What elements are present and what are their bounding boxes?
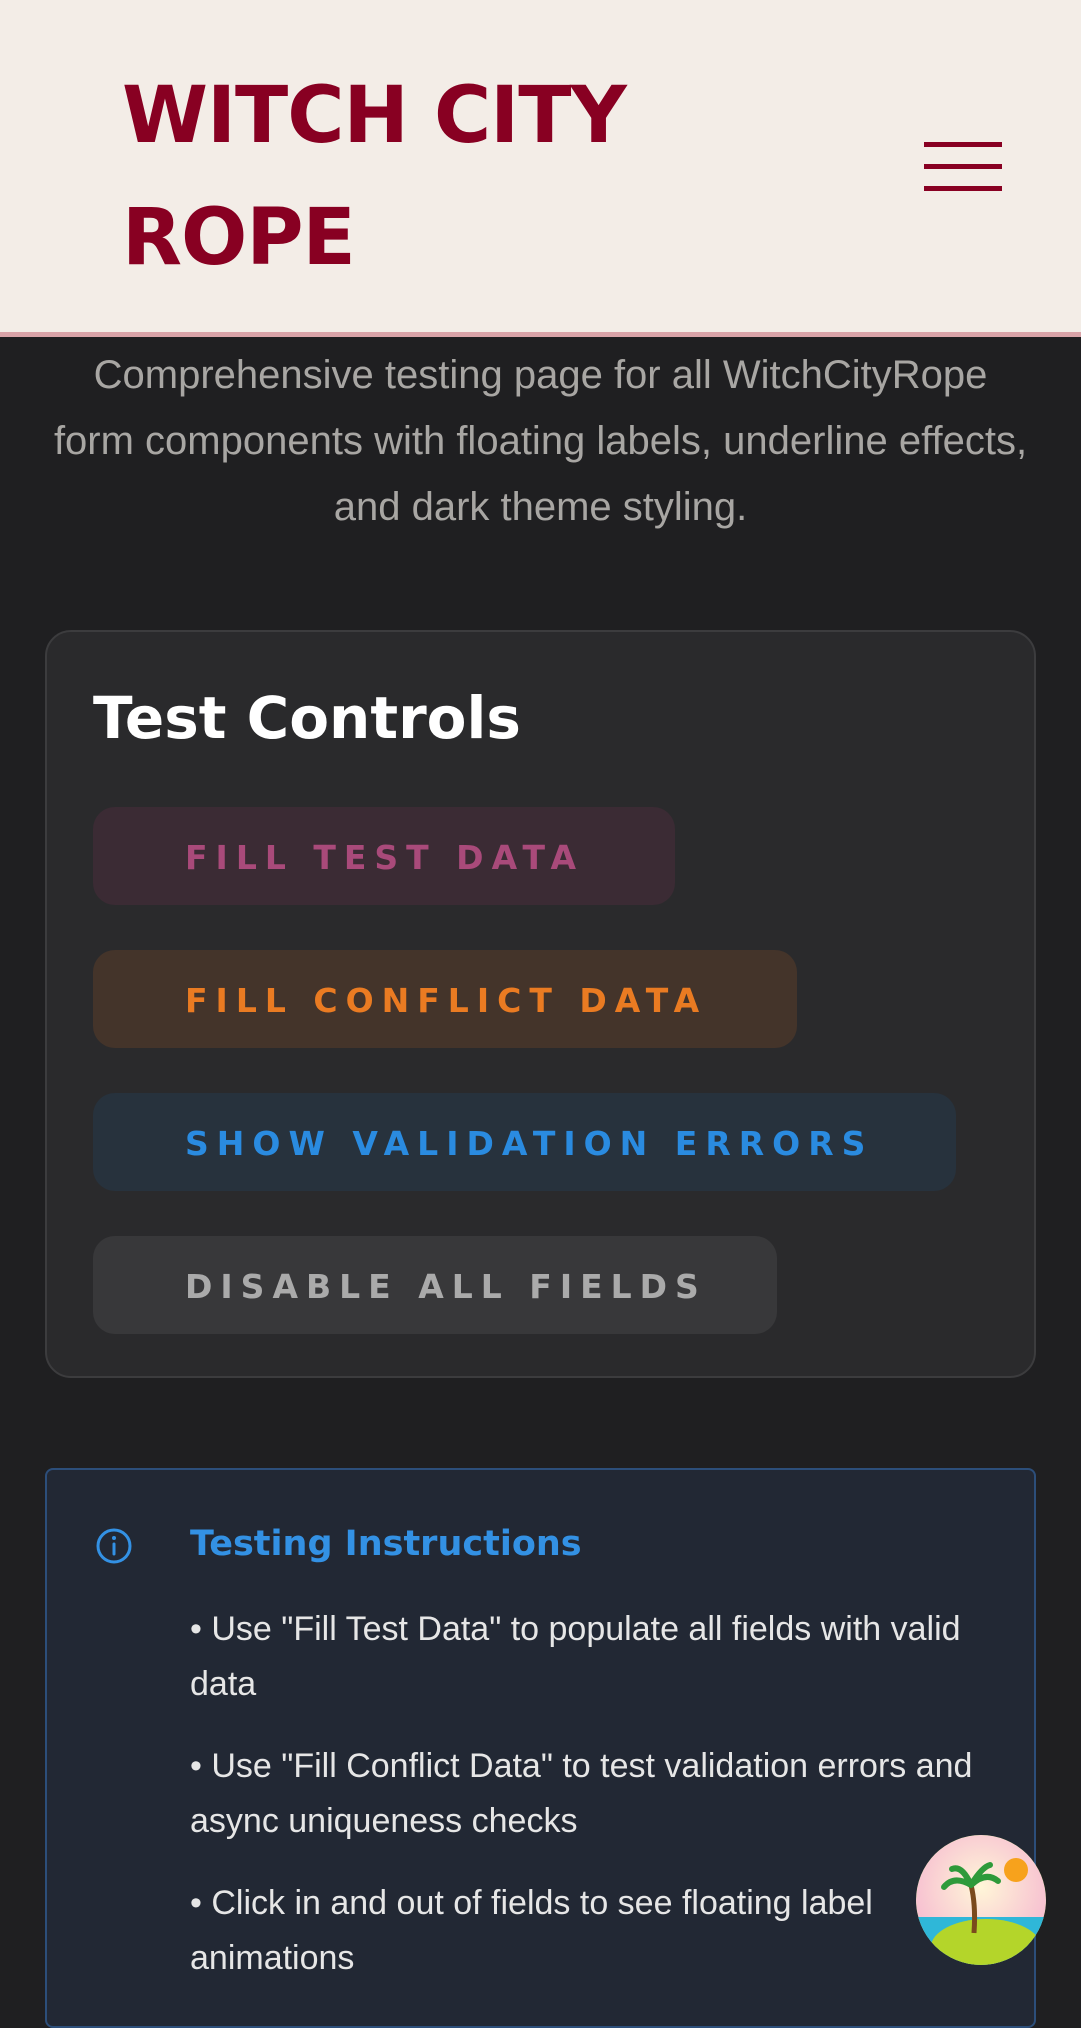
info-circle-icon: [96, 1528, 132, 1564]
fill-conflict-data-button[interactable]: FILL CONFLICT DATA: [93, 950, 797, 1048]
test-controls-card: Test Controls FILL TEST DATA FILL CONFLI…: [45, 630, 1036, 1378]
fill-test-data-label: FILL TEST DATA: [185, 838, 585, 877]
show-validation-errors-button[interactable]: SHOW VALIDATION ERRORS: [93, 1093, 956, 1191]
disable-all-fields-button[interactable]: DISABLE ALL FIELDS: [93, 1236, 777, 1334]
page-subtitle: Comprehensive testing page for all Witch…: [53, 353, 1028, 529]
fill-test-data-button[interactable]: FILL TEST DATA: [93, 807, 675, 905]
list-item: • Use "Fill Test Data" to populate all f…: [190, 1610, 961, 1703]
hamburger-menu-icon[interactable]: [924, 140, 1004, 194]
list-item: • Click in and out of fields to see floa…: [190, 1884, 873, 1977]
brand-logo[interactable]: WITCH CITY ROPE: [122, 55, 682, 299]
test-controls-title: Test Controls: [93, 684, 521, 752]
site-header: WITCH CITY ROPE: [0, 0, 1081, 337]
brand-line-2: ROPE: [122, 193, 356, 283]
list-item: • Use "Fill Conflict Data" to test valid…: [190, 1747, 973, 1840]
instructions-title: Testing Instructions: [190, 1524, 582, 1564]
show-validation-errors-label: SHOW VALIDATION ERRORS: [185, 1124, 874, 1163]
testing-instructions-panel: Testing Instructions • Use "Fill Test Da…: [45, 1468, 1036, 2028]
fill-conflict-data-label: FILL CONFLICT DATA: [185, 981, 708, 1020]
instructions-list: • Use "Fill Test Data" to populate all f…: [190, 1602, 990, 2013]
brand-line-1: WITCH CITY: [122, 71, 627, 161]
disable-all-fields-label: DISABLE ALL FIELDS: [185, 1267, 707, 1306]
tropical-island-icon[interactable]: [916, 1835, 1046, 1965]
